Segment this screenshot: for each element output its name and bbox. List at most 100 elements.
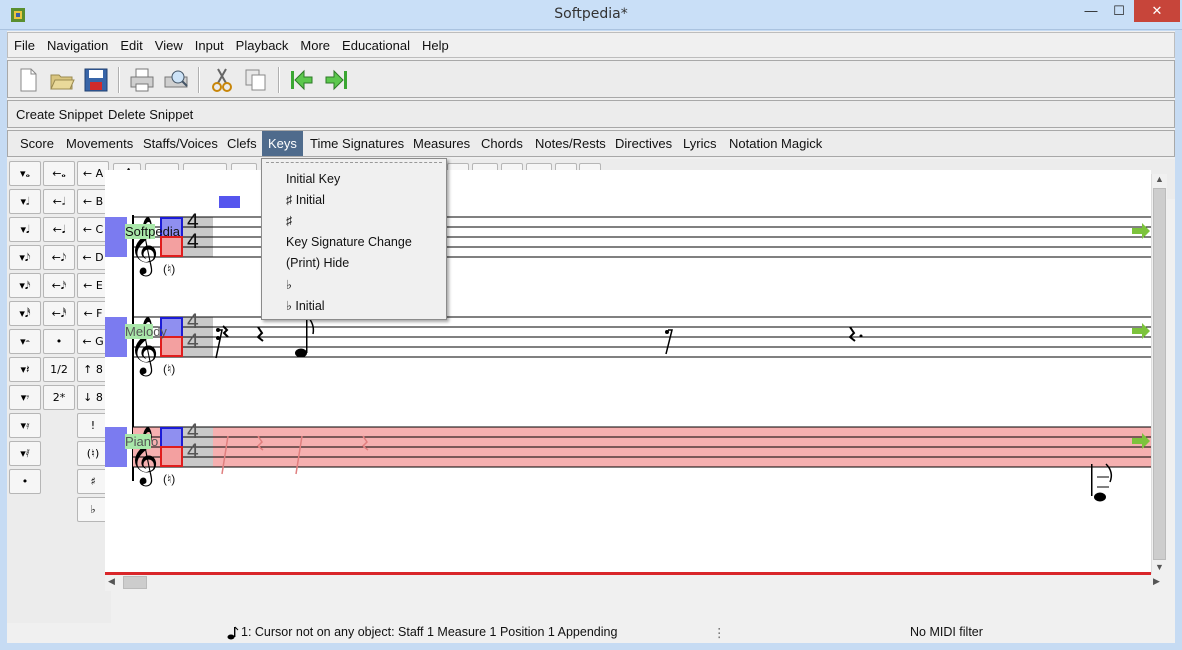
menu-edit[interactable]: Edit — [114, 33, 148, 58]
menu-educational[interactable]: Educational — [336, 33, 416, 58]
staff-3-label[interactable]: Piano — [125, 434, 158, 449]
menu-item-sharp-initial[interactable]: ♯ Initial — [286, 193, 325, 207]
staff-2-time-top: 4 — [187, 310, 199, 333]
tab-directives[interactable]: Directives — [609, 131, 678, 156]
change-whole-note-button[interactable]: ←𝅝 — [43, 161, 75, 186]
insert-eighth-rest-button[interactable]: ▾𝄾 — [9, 385, 41, 410]
menu-item-flat-initial[interactable]: ♭ Initial — [286, 298, 325, 313]
status-separator[interactable]: ⋮ — [713, 625, 726, 640]
minimize-button[interactable]: — — [1076, 0, 1106, 22]
new-icon[interactable] — [14, 66, 42, 94]
insert-dot-button[interactable]: • — [9, 469, 41, 494]
scroll-up-icon[interactable]: ▲ — [1155, 174, 1164, 184]
toolbar-separator — [198, 67, 200, 93]
cut-icon[interactable] — [208, 66, 236, 94]
close-button[interactable]: ✕ — [1134, 0, 1180, 22]
scroll-down-icon[interactable]: ▼ — [1155, 562, 1164, 572]
insert-half-note-button[interactable]: ▾𝅗𝅥 — [9, 189, 41, 214]
note-palette: ▾𝅝 ▾𝅗𝅥 ▾𝅘𝅥 ▾𝅘𝅥𝅮 ▾𝅘𝅥𝅯 ▾𝅘𝅥𝅰 ▾𝄼 ▾𝄽 ▾𝄾 ▾𝄿 ▾𝅀 • ←𝅝 ←𝅗𝅥… — [7, 159, 111, 629]
staff-2[interactable] — [105, 315, 1151, 359]
insert-quarter-rest-button[interactable]: ▾𝄽 — [9, 357, 41, 382]
insert-quarter-note-button[interactable]: ▾𝅘𝅥 — [9, 217, 41, 242]
save-icon[interactable] — [82, 66, 110, 94]
insert-32nd-rest-button[interactable]: ▾𝅀 — [9, 441, 41, 466]
delete-snippet-button[interactable]: Delete Snippet — [108, 107, 193, 122]
tab-notation-magick[interactable]: Notation Magick — [723, 131, 828, 156]
tab-score[interactable]: Score — [14, 131, 60, 156]
maximize-button[interactable]: ☐ — [1104, 0, 1134, 22]
snippet-bar: Create Snippet Delete Snippet — [7, 100, 1175, 128]
staff-2-label[interactable]: Melody — [125, 324, 167, 339]
window-title: Softpedia* — [554, 6, 628, 22]
tab-movements[interactable]: Movements — [60, 131, 139, 156]
tab-chords[interactable]: Chords — [475, 131, 529, 156]
change-eighth-note-button[interactable]: ←𝅘𝅥𝅮 — [43, 245, 75, 270]
staff-3-time-bottom: 4 — [187, 440, 199, 463]
change-half-note-button[interactable]: ←𝅗𝅥 — [43, 189, 75, 214]
menu-navigation[interactable]: Navigation — [41, 33, 114, 58]
change-quarter-note-button[interactable]: ←𝅘𝅥 — [43, 217, 75, 242]
menu-input[interactable]: Input — [189, 33, 230, 58]
tab-keys[interactable]: Keys — [262, 131, 303, 156]
tab-notes-rests[interactable]: Notes/Rests — [529, 131, 612, 156]
staff-1-natural: (♮) — [163, 262, 176, 276]
previous-movement-icon[interactable] — [288, 66, 316, 94]
staff-1-label-rest: edia — [155, 224, 180, 239]
horizontal-scroll-thumb[interactable] — [123, 576, 147, 589]
function-tab-bar: Score Movements Staffs/Voices Clefs Keys… — [7, 130, 1175, 157]
insert-sixteenth-rest-button[interactable]: ▾𝄿 — [9, 413, 41, 438]
staff-2-time-bottom: 4 — [187, 330, 199, 353]
menu-more[interactable]: More — [294, 33, 336, 58]
menu-item-print-hide[interactable]: (Print) Hide — [286, 256, 349, 270]
menu-help[interactable]: Help — [416, 33, 455, 58]
staff-2-natural: (♮) — [163, 362, 176, 376]
halve-duration-button[interactable]: 1/2 — [43, 357, 75, 382]
menu-item-key-signature-change[interactable]: Key Signature Change — [286, 235, 412, 249]
insert-sixteenth-note-button[interactable]: ▾𝅘𝅥𝅯 — [9, 273, 41, 298]
change-32nd-note-button[interactable]: ←𝅘𝅥𝅰 — [43, 301, 75, 326]
insert-eighth-note-button[interactable]: ▾𝅘𝅥𝅮 — [9, 245, 41, 270]
next-movement-icon[interactable] — [322, 66, 350, 94]
menu-view[interactable]: View — [149, 33, 189, 58]
menu-item-initial-key[interactable]: Initial Key — [286, 172, 340, 186]
insert-32nd-note-button[interactable]: ▾𝅘𝅥𝅰 — [9, 301, 41, 326]
status-bar: 1: Cursor not on any object: Staff 1 Mea… — [7, 623, 1175, 643]
note-cursor-icon — [227, 626, 239, 640]
scroll-right-icon[interactable]: ▶ — [1153, 576, 1160, 587]
menu-playback[interactable]: Playback — [230, 33, 295, 58]
print-preview-icon[interactable] — [162, 66, 190, 94]
vertical-scrollbar[interactable]: ▲ ▼ — [1151, 174, 1167, 574]
change-sixteenth-note-button[interactable]: ←𝅘𝅥𝅯 — [43, 273, 75, 298]
tab-measures[interactable]: Measures — [407, 131, 476, 156]
open-icon[interactable] — [48, 66, 76, 94]
scroll-left-icon[interactable]: ◀ — [108, 576, 115, 587]
vertical-scroll-thumb[interactable] — [1153, 188, 1166, 560]
staff-1-label[interactable]: Softpedia — [125, 224, 180, 239]
keys-dropdown-menu: Initial Key ♯ Initial ♯ Key Signature Ch… — [261, 158, 447, 320]
staff-1-time-top: 4 — [187, 210, 199, 233]
staff-3-natural: (♮) — [163, 472, 176, 486]
staff-3[interactable] — [105, 426, 1151, 502]
tab-clefs[interactable]: Clefs — [221, 131, 263, 156]
horizontal-scrollbar[interactable]: ◀ ▶ — [105, 575, 1167, 591]
print-icon[interactable] — [128, 66, 156, 94]
tear-off-line[interactable] — [266, 162, 442, 163]
tab-staffs-voices[interactable]: Staffs/Voices — [137, 131, 224, 156]
title-bar: Softpedia* — ☐ ✕ — [0, 0, 1182, 30]
insert-whole-note-button[interactable]: ▾𝅝 — [9, 161, 41, 186]
create-snippet-button[interactable]: Create Snippet — [16, 107, 103, 122]
menu-item-sharp[interactable]: ♯ — [286, 214, 292, 228]
insert-whole-rest-button[interactable]: ▾𝄼 — [9, 329, 41, 354]
staff-1-time-bottom: 4 — [187, 230, 199, 253]
copy-icon[interactable] — [242, 66, 270, 94]
staff-2-label-rest: dy — [153, 324, 167, 339]
staff-3-time-top: 4 — [187, 420, 199, 443]
tab-lyrics[interactable]: Lyrics — [677, 131, 722, 156]
double-duration-button[interactable]: 2* — [43, 385, 75, 410]
staff-3-label-rest: o — [151, 434, 159, 449]
add-dot-button[interactable]: • — [43, 329, 75, 354]
staff-2-label-highlight: Melo — [125, 324, 154, 339]
menu-item-flat[interactable]: ♭ — [286, 277, 292, 292]
menu-file[interactable]: File — [8, 33, 41, 58]
tab-time-signatures[interactable]: Time Signatures — [304, 131, 410, 156]
